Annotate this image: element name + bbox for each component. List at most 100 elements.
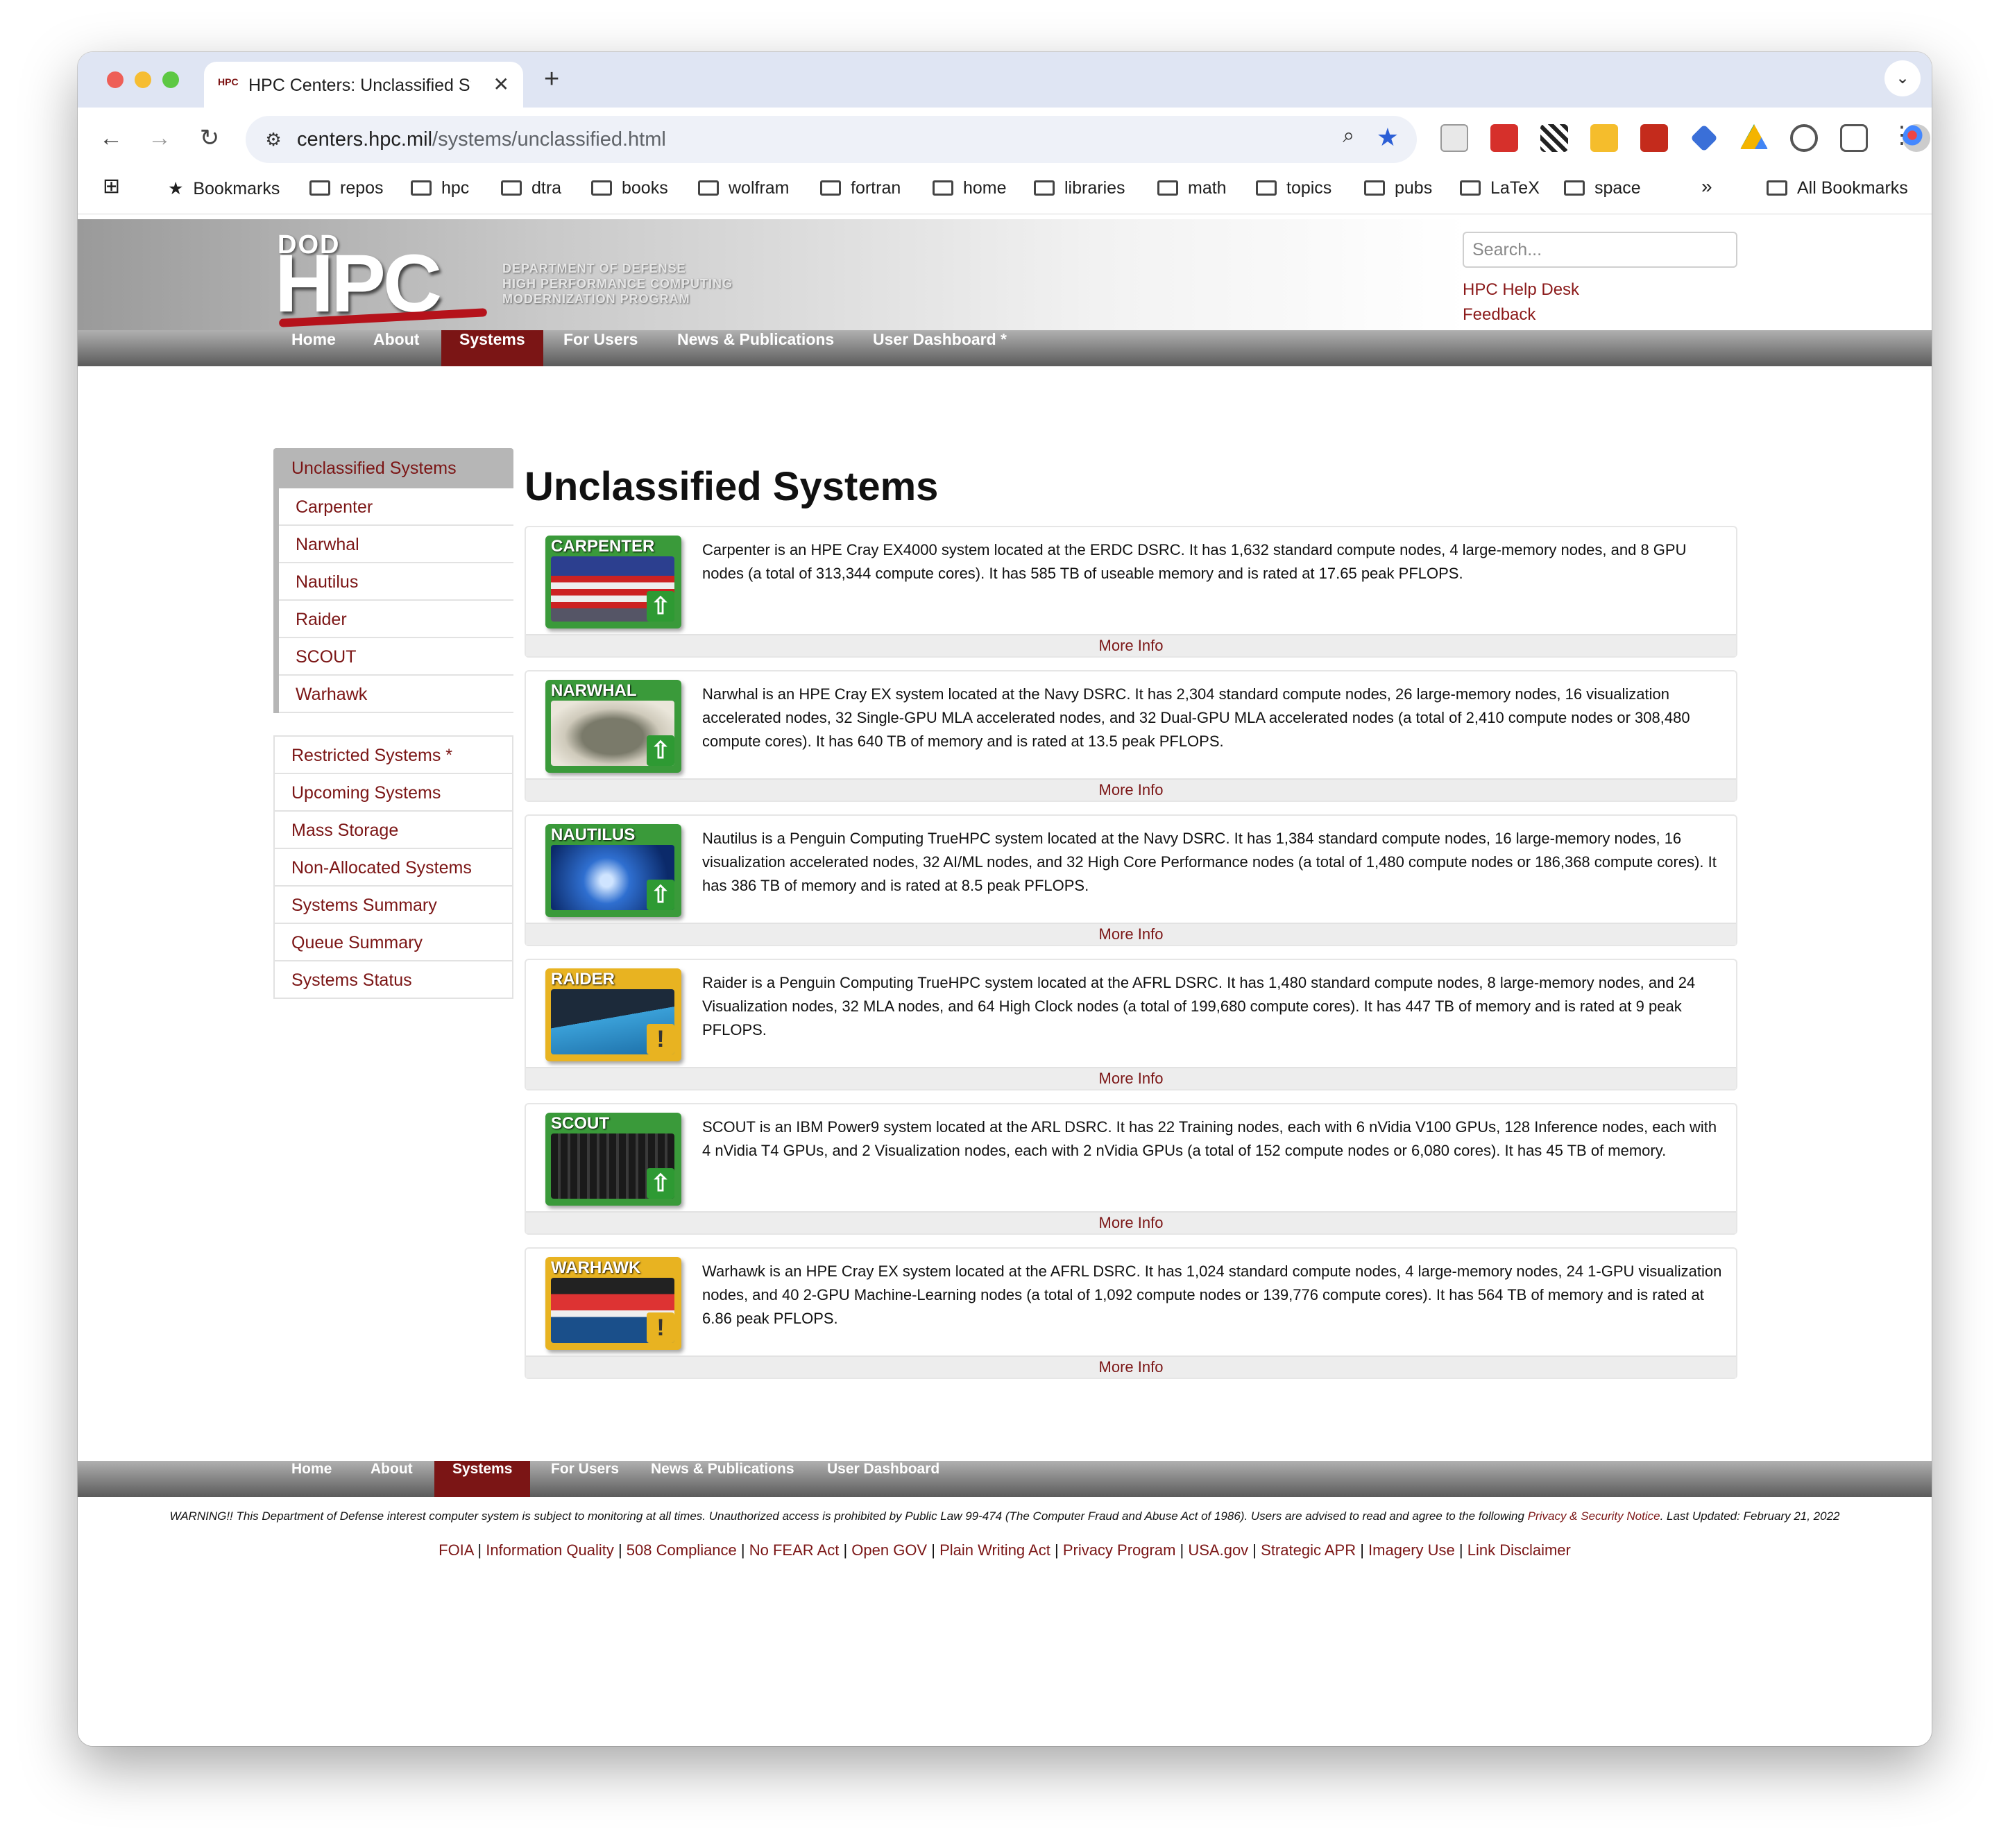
footer-nav-systems[interactable]: Systems [434, 1461, 531, 1497]
narwhal-more-info-link[interactable]: More Info [526, 778, 1736, 801]
site-search-input[interactable]: Search... [1463, 232, 1737, 268]
sidebar-item-non-allocated-systems[interactable]: Non-Allocated Systems [275, 849, 512, 887]
folder-icon [1157, 180, 1178, 196]
raider-thumbnail[interactable]: RAIDER ! [545, 968, 681, 1061]
bookmark-bookmarks[interactable]: ★ Bookmarks [168, 178, 280, 199]
scout-thumbnail[interactable]: SCOUT ⇧ [545, 1113, 681, 1206]
nav-home[interactable]: Home [273, 330, 354, 366]
keep-extension-icon[interactable] [1590, 124, 1618, 152]
sidebar-item-warhawk[interactable]: Warhawk [279, 676, 513, 713]
footer-link-usa-gov[interactable]: USA.gov [1188, 1541, 1248, 1559]
footer-link-strategic-apr[interactable]: Strategic APR [1261, 1541, 1356, 1559]
bookmark-libraries[interactable]: libraries [1034, 178, 1125, 198]
scout-more-info-link[interactable]: More Info [526, 1211, 1736, 1233]
privacy-security-notice-link[interactable]: Privacy & Security Notice [1528, 1509, 1660, 1523]
bookmark-home[interactable]: home [933, 178, 1007, 198]
bookmark-math[interactable]: math [1157, 178, 1227, 198]
sidebar-other-list: Restricted Systems * Upcoming Systems Ma… [273, 735, 513, 999]
footer-nav-for-users[interactable]: For Users [533, 1461, 637, 1497]
new-tab-button[interactable]: + [544, 65, 559, 94]
feedback-link[interactable]: Feedback [1463, 305, 1535, 325]
back-arrow-icon[interactable]: ← [93, 120, 129, 156]
close-tab-icon[interactable]: ✕ [493, 73, 509, 96]
all-bookmarks[interactable]: All Bookmarks [1767, 178, 1908, 198]
carpenter-thumbnail[interactable]: CARPENTER ⇧ [545, 536, 681, 628]
address-bar[interactable]: ⚙ centers.hpc.mil/systems/unclassified.h… [246, 116, 1417, 163]
footer-nav-news-publications[interactable]: News & Publications [633, 1461, 812, 1497]
narwhal-label: NARWHAL [551, 681, 637, 700]
warhawk-thumbnail[interactable]: WARHAWK ! [545, 1257, 681, 1350]
raider-more-info-link[interactable]: More Info [526, 1067, 1736, 1089]
mendeley-extension-icon[interactable] [1490, 124, 1518, 152]
bookmark-space[interactable]: space [1564, 178, 1641, 198]
password-manager-icon[interactable] [1790, 124, 1818, 152]
book-extension-icon[interactable] [1640, 124, 1668, 152]
apps-grid-icon[interactable]: ⊞ [103, 174, 120, 198]
help-desk-link[interactable]: HPC Help Desk [1463, 280, 1579, 300]
sidebar-item-raider[interactable]: Raider [279, 601, 513, 638]
more-bookmarks-chevron-icon[interactable]: » [1701, 176, 1712, 198]
warhawk-more-info-link[interactable]: More Info [526, 1355, 1736, 1378]
sidebar-item-narwhal[interactable]: Narwhal [279, 526, 513, 563]
bookmark-repos[interactable]: repos [309, 178, 384, 198]
sidebar-item-scout[interactable]: SCOUT [279, 638, 513, 676]
sidebar-item-nautilus[interactable]: Nautilus [279, 563, 513, 601]
forward-arrow-icon[interactable]: → [142, 120, 178, 156]
maximize-window-button[interactable] [162, 71, 179, 88]
nav-systems[interactable]: Systems [441, 330, 543, 366]
bookmark-star-icon[interactable]: ★ [1377, 123, 1399, 152]
bookmark-wolfram[interactable]: wolfram [698, 178, 790, 198]
nav-user-dashboard[interactable]: User Dashboard * [855, 330, 1025, 366]
footer-link-link-disclaimer[interactable]: Link Disclaimer [1467, 1541, 1571, 1559]
bookmark-topics[interactable]: topics [1256, 178, 1331, 198]
carpenter-more-info-link[interactable]: More Info [526, 634, 1736, 656]
sidebar-item-systems-status[interactable]: Systems Status [275, 961, 512, 999]
close-window-button[interactable] [107, 71, 124, 88]
extensions-puzzle-icon[interactable] [1840, 124, 1868, 152]
web-page: DOD HPC DEPARTMENT OF DEFENSE HIGH PERFO… [78, 219, 1932, 1746]
footer-link-plain-writing-act[interactable]: Plain Writing Act [939, 1541, 1050, 1559]
qr-code-extension-icon[interactable] [1540, 124, 1568, 152]
footer-link-information-quality[interactable]: Information Quality [486, 1541, 614, 1559]
narwhal-thumbnail[interactable]: NARWHAL ⇧ [545, 680, 681, 773]
reload-icon[interactable]: ↻ [192, 120, 228, 156]
site-info-icon[interactable]: ⚙ [258, 124, 289, 155]
sidebar-item-mass-storage[interactable]: Mass Storage [275, 812, 512, 849]
bookmark-books[interactable]: books [591, 178, 668, 198]
nav-news-publications[interactable]: News & Publications [659, 330, 852, 366]
bookmark-hpc[interactable]: hpc [411, 178, 469, 198]
bookmark-fortran[interactable]: fortran [820, 178, 901, 198]
zoom-icon[interactable]: ⌕ [1343, 124, 1354, 148]
footer-link-imagery-use[interactable]: Imagery Use [1368, 1541, 1455, 1559]
active-tab[interactable]: HPC HPC Centers: Unclassified Sy ✕ [204, 62, 523, 108]
nautilus-thumbnail[interactable]: NAUTILUS ⇧ [545, 824, 681, 917]
system-card-carpenter: CARPENTER ⇧ Carpenter is an HPE Cray EX4… [525, 526, 1737, 658]
sidebar-item-upcoming-systems[interactable]: Upcoming Systems [275, 774, 512, 812]
nav-about[interactable]: About [355, 330, 437, 366]
system-card-raider: RAIDER ! Raider is a Penguin Computing T… [525, 959, 1737, 1090]
footer-link-open-gov[interactable]: Open GOV [851, 1541, 927, 1559]
nautilus-more-info-link[interactable]: More Info [526, 923, 1736, 945]
bookmark-dtra[interactable]: dtra [501, 178, 561, 198]
tab-search-button[interactable]: ⌄ [1884, 60, 1921, 96]
footer-nav-about[interactable]: About [352, 1461, 431, 1497]
footer-nav-user-dashboard[interactable]: User Dashboard [809, 1461, 958, 1497]
carpenter-description: Carpenter is an HPE Cray EX4000 system l… [702, 541, 1687, 582]
footer-nav-home[interactable]: Home [273, 1461, 350, 1497]
browser-menu-icon[interactable]: ⋮ [1890, 121, 1914, 149]
systems-sidebar: Unclassified Systems Carpenter Narwhal N… [273, 448, 513, 999]
bookmark-pubs[interactable]: pubs [1364, 178, 1432, 198]
footer-link-no-fear-act[interactable]: No FEAR Act [749, 1541, 840, 1559]
sidebar-item-restricted-systems[interactable]: Restricted Systems * [275, 737, 512, 774]
sidebar-item-carpenter[interactable]: Carpenter [279, 488, 513, 526]
bookmark-latex[interactable]: LaTeX [1460, 178, 1540, 198]
sidebar-item-queue-summary[interactable]: Queue Summary [275, 924, 512, 961]
sidebar-item-systems-summary[interactable]: Systems Summary [275, 887, 512, 924]
footer-link-foia[interactable]: FOIA [439, 1541, 473, 1559]
minimize-window-button[interactable] [135, 71, 151, 88]
footer-link-privacy-program[interactable]: Privacy Program [1063, 1541, 1176, 1559]
sidebar-heading-unclassified[interactable]: Unclassified Systems [273, 448, 513, 488]
footer-link-508-compliance[interactable]: 508 Compliance [627, 1541, 737, 1559]
document-extension-icon[interactable] [1440, 124, 1468, 152]
nav-for-users[interactable]: For Users [545, 330, 656, 366]
